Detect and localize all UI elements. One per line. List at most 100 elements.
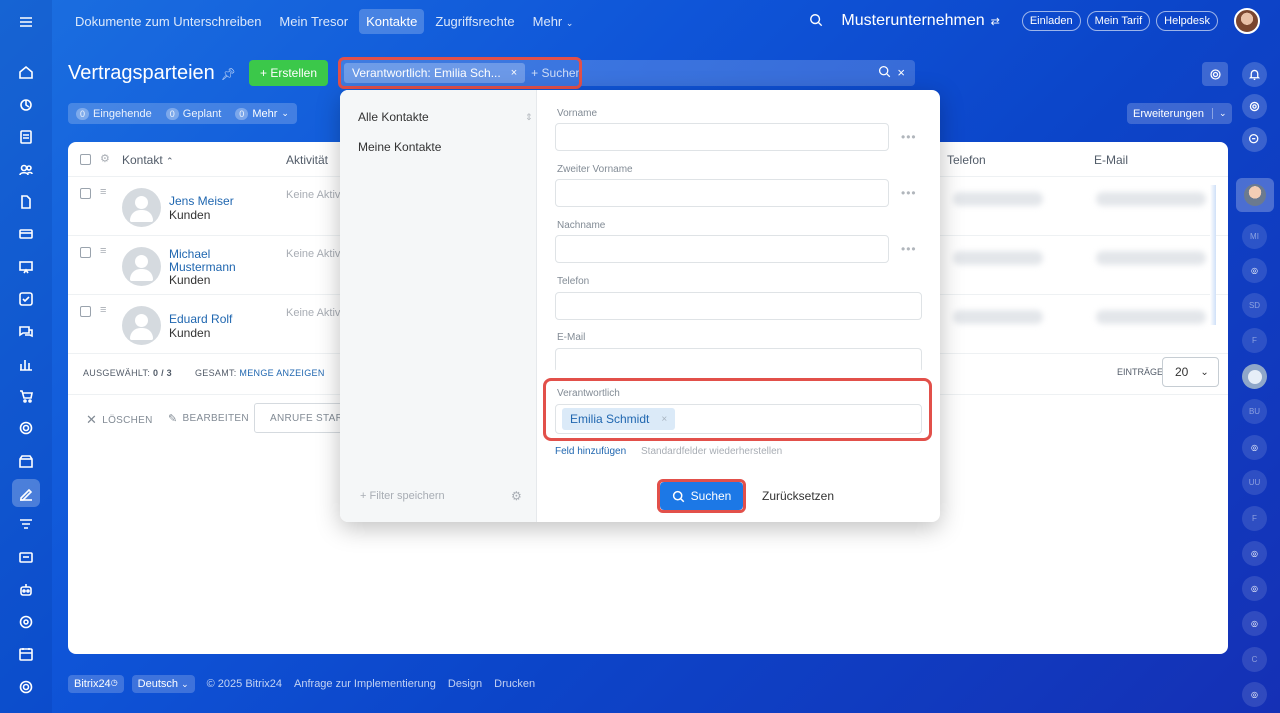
delete-button[interactable]: ✕ LÖSCHEN [86,412,153,428]
phone-input[interactable] [555,292,922,320]
nav-item-more[interactable]: Mehr ⌄ [526,9,581,34]
copilot-icon[interactable]: ◎ [1242,611,1267,636]
chat-initials-avatar[interactable]: F [1242,506,1267,531]
nav-item-access-rights[interactable]: Zugriffsrechte [428,9,521,34]
column-email[interactable]: E-Mail [1094,153,1128,167]
chat-initials-avatar[interactable]: UU [1242,470,1267,495]
search-icon[interactable] [809,13,823,30]
nav-item-documents[interactable]: Dokumente zum Unterschreiben [68,9,268,34]
notifications-icon[interactable] [1242,62,1267,87]
bitrix24-logo[interactable]: Bitrix24◷ [68,674,124,693]
more-icon[interactable]: ••• [901,130,917,144]
invite-button[interactable]: Einladen [1021,11,1081,31]
target-icon[interactable] [12,414,40,442]
pin-icon[interactable]: ⇕ [525,112,533,123]
contact-name-link[interactable]: Michael Mustermann [169,248,259,274]
robot-icon[interactable] [12,576,40,604]
cart-icon[interactable] [12,382,40,410]
card-icon[interactable] [12,220,40,248]
middle-name-input[interactable] [555,179,889,207]
counter-incoming[interactable]: 0 Eingehende [76,107,152,120]
counter-more[interactable]: 0 Mehr ⌄ [235,107,289,120]
chat-initials-avatar[interactable]: C [1242,647,1267,672]
column-phone[interactable]: Telefon [947,153,986,167]
column-settings-icon[interactable]: ⚙︎ [100,152,110,165]
copilot-icon[interactable]: ◎ [1242,541,1267,566]
counter-planned[interactable]: 0 Geplant [165,107,221,120]
row-checkbox[interactable] [80,247,91,258]
file-icon[interactable] [12,188,40,216]
show-total-link[interactable]: MENGE ANZEIGEN [239,368,324,378]
search-chat-icon[interactable] [1242,127,1267,152]
preset-my-contacts[interactable]: Meine Kontakte [358,140,441,154]
grid-settings-button[interactable] [1202,62,1228,86]
nav-item-contacts[interactable]: Kontakte [359,8,425,34]
row-checkbox[interactable] [80,306,91,317]
documents-icon[interactable] [12,123,40,151]
copilot-icon[interactable]: ◎ [1242,576,1267,601]
active-chat-avatar[interactable] [1236,178,1274,212]
calendar-icon[interactable] [12,640,40,668]
select-all-checkbox[interactable] [80,154,91,165]
chat-initials-avatar[interactable]: SD [1242,293,1267,318]
tariff-button[interactable]: Mein Tarif [1086,11,1151,31]
copilot-icon[interactable]: ◎ [1242,258,1267,283]
menu-icon[interactable] [12,8,40,36]
reset-button[interactable]: Zurücksetzen [762,489,834,503]
preset-all-contacts[interactable]: Alle Kontakte [358,110,429,124]
print-link[interactable]: Drucken [494,678,535,690]
extensions-button[interactable]: Erweiterungen ⌄ [1127,103,1233,124]
copilot-icon[interactable]: ◎ [1242,682,1267,707]
home-icon[interactable] [12,58,40,86]
presentation-icon[interactable] [12,253,40,281]
monitor-icon[interactable] [12,544,40,572]
chat-icon[interactable] [12,317,40,345]
design-link[interactable]: Design [448,678,482,690]
helpdesk-button[interactable]: Helpdesk [1156,11,1218,31]
phone-cell [953,192,1043,206]
first-name-input[interactable] [555,123,889,151]
drag-handle-icon[interactable]: ≡ [100,245,106,257]
create-button[interactable]: + Erstellen [249,60,329,86]
row-checkbox[interactable] [80,188,91,199]
email-input[interactable] [555,348,922,370]
edit-button[interactable]: ✎ BEARBEITEN [168,412,249,425]
chat-initials-avatar[interactable]: F [1242,328,1267,353]
chat-initials-avatar[interactable]: BU [1242,399,1267,424]
page-size-select[interactable]: 20 ⌄ [1162,357,1219,387]
more-icon[interactable]: ••• [901,242,917,256]
drag-handle-icon[interactable]: ≡ [100,186,106,198]
drag-handle-icon[interactable]: ≡ [100,304,106,316]
start-calls-button[interactable]: ANRUFE STARTEN [254,403,354,433]
copilot-icon[interactable] [1242,94,1267,119]
save-filter-button[interactable]: + Filter speichern [360,490,445,502]
implementation-request-link[interactable]: Anfrage zur Implementierung [294,678,436,690]
column-contact[interactable]: Kontakt ⌃ [122,153,174,167]
more-icon[interactable]: ••• [901,186,917,200]
last-name-input[interactable] [555,235,889,263]
gear-icon[interactable]: ⚙︎ [511,489,522,503]
funnel-icon[interactable] [12,511,40,539]
store-icon[interactable] [12,447,40,475]
pin-icon[interactable]: 📌︎ [221,67,236,81]
tasks-icon[interactable] [12,285,40,313]
language-select[interactable]: Deutsch ⌄ [131,674,195,693]
contact-name-link[interactable]: Eduard Rolf [169,313,232,326]
settings-icon[interactable] [12,673,40,701]
nav-item-vault[interactable]: Mein Tresor [272,9,355,34]
contacts-icon[interactable] [12,156,40,184]
column-activity[interactable]: Aktivität [286,153,328,167]
add-field-link[interactable]: Feld hinzufügen [555,446,626,457]
copilot-icon[interactable]: ◎ [1242,435,1267,460]
search-icon[interactable] [878,65,891,81]
clear-icon[interactable]: × [897,65,905,81]
group-avatar[interactable] [1242,364,1267,389]
chat-initials-avatar[interactable]: MI [1242,224,1267,249]
company-name[interactable]: Musterunternehmen ⇄ [841,12,999,30]
analytics-icon[interactable] [12,350,40,378]
activity-stream-icon[interactable] [12,91,40,119]
support-icon[interactable] [12,608,40,636]
contact-name-link[interactable]: Jens Meiser [169,195,234,208]
restore-default-fields-link[interactable]: Standardfelder wiederherstellen [641,446,782,457]
sign-icon[interactable] [12,479,40,507]
